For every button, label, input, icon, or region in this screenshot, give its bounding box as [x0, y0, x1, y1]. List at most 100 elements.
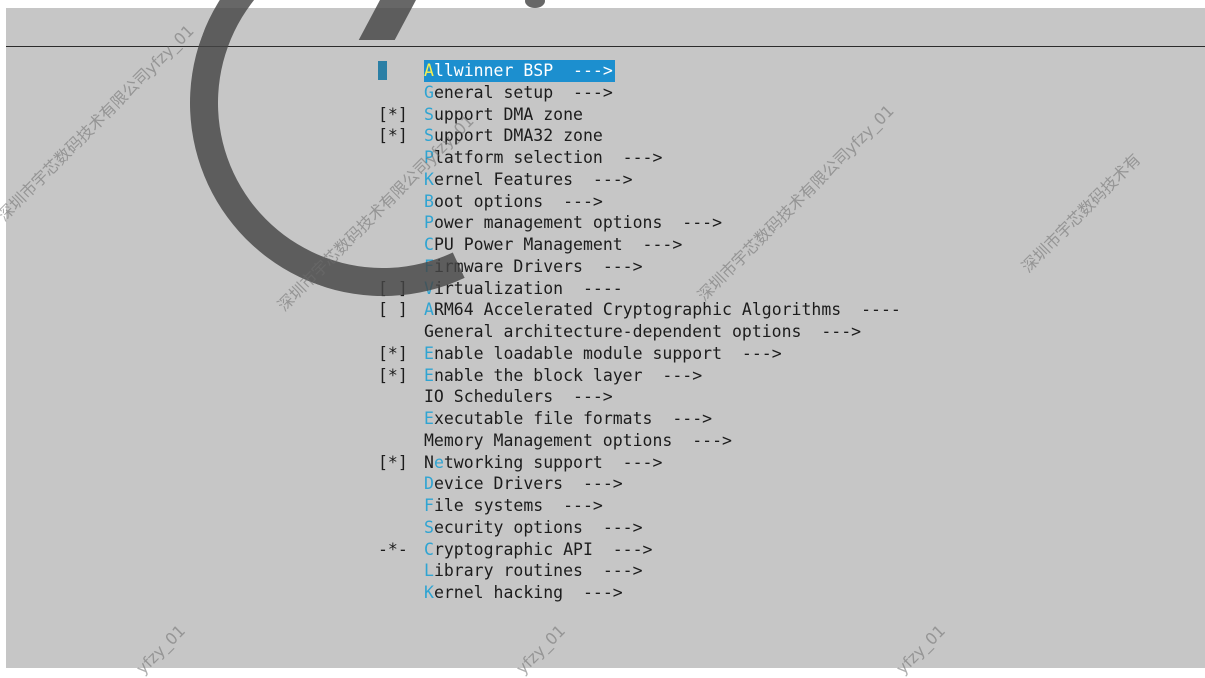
menu-item[interactable]: Device Drivers ---> — [378, 473, 901, 495]
menu-item-rest: tworking support ---> — [443, 452, 663, 472]
menu-item[interactable]: IO Schedulers ---> — [378, 386, 901, 408]
cursor-block — [378, 61, 387, 80]
menu-item-hotkey: K — [424, 169, 434, 189]
menu-item-rest: RM64 Accelerated Cryptographic Algorithm… — [433, 300, 901, 320]
menu-item-hotkey: F — [424, 256, 434, 276]
menu-item-hotkey: A — [424, 300, 434, 320]
menu-item-label: Executable file formats ---> — [424, 408, 712, 430]
menu-item-marker: [ ] — [378, 278, 408, 298]
menu-item[interactable]: Firmware Drivers ---> — [378, 256, 901, 278]
menu-item-rest: latform selection ---> — [433, 148, 663, 167]
menu-item[interactable]: Kernel hacking ---> — [378, 582, 901, 604]
menu-item-rest: irmware Drivers ---> — [433, 256, 643, 276]
menu-item[interactable]: Power management options ---> — [378, 212, 901, 234]
menu-item-hotkey: S — [424, 517, 434, 537]
menu-item-label: Kernel hacking ---> — [424, 582, 623, 604]
menu-item[interactable]: Boot options ---> — [378, 191, 901, 213]
menu-item[interactable]: [ ] ARM64 Accelerated Cryptographic Algor… — [378, 299, 901, 321]
menu-item[interactable]: [*] Enable loadable module support ---> — [378, 343, 901, 365]
menu-item-hotkey: C — [424, 539, 434, 559]
menu-item[interactable]: General setup ---> — [378, 82, 901, 104]
menu-item-rest: nable loadable module support ---> — [433, 343, 782, 363]
menu-item-label: ARM64 Accelerated Cryptographic Algorith… — [424, 299, 901, 321]
menu-item-marker: [*] — [378, 126, 408, 146]
kernel-config-menu: Allwinner BSP ---> General setup ---> [*] S… — [378, 60, 901, 604]
menu-item-hotkey: E — [424, 409, 434, 428]
menu-item-label: Enable loadable module support ---> — [424, 343, 782, 365]
menu-item-hotkey: G — [424, 82, 434, 102]
menu-item[interactable]: Security options ---> — [378, 517, 901, 539]
menu-item-label: Allwinner BSP ---> — [424, 60, 615, 82]
menu-item-label: Power management options ---> — [424, 212, 722, 234]
menu-item-label: Platform selection ---> — [424, 147, 662, 169]
menu-item[interactable]: [*] Enable the block layer ---> — [378, 365, 901, 387]
menu-item-label: Enable the block layer ---> — [424, 365, 702, 387]
menu-item-rest: ryptographic API ---> — [433, 539, 653, 559]
menu-item[interactable]: Executable file formats ---> — [378, 408, 901, 430]
menu-item-rest: evice Drivers ---> — [433, 474, 623, 494]
menu-item-label: Support DMA zone — [424, 104, 583, 126]
menu-item-prefix: N — [424, 452, 434, 472]
menu-item-rest: eneral setup ---> — [433, 82, 613, 102]
menu-item[interactable]: Allwinner BSP ---> — [378, 60, 901, 82]
menu-item-rest: upport DMA zone — [433, 104, 583, 124]
menu-item[interactable]: [ ] Virtualization ---- — [378, 278, 901, 300]
menu-item-label: Firmware Drivers ---> — [424, 256, 643, 278]
menu-item-rest: PU Power Management ---> — [433, 235, 683, 254]
menu-item-hotkey: e — [433, 452, 444, 472]
menu-item-rest: General architecture-dependent options -… — [424, 322, 862, 341]
menu-item-label: Support DMA32 zone — [424, 125, 603, 147]
menu-item[interactable]: Platform selection ---> — [378, 147, 901, 169]
menu-item[interactable]: Library routines ---> — [378, 560, 901, 582]
menu-item-label: Kernel Features ---> — [424, 169, 633, 191]
menu-item-hotkey: D — [424, 474, 434, 494]
menu-item[interactable]: [*] Support DMA32 zone — [378, 125, 901, 147]
menu-item-hotkey: A — [424, 61, 434, 80]
menu-item-hotkey: S — [424, 126, 434, 146]
menu-item-rest: IO Schedulers ---> — [424, 387, 613, 407]
menu-item-marker: [*] — [378, 452, 408, 472]
menu-item-label: Virtualization ---- — [424, 278, 623, 300]
menu-item-label: Library routines ---> — [424, 560, 643, 582]
menu-item-rest: irtualization ---- — [433, 278, 623, 298]
title-separator — [6, 46, 1205, 47]
menu-item-rest: llwinner BSP ---> — [433, 61, 613, 80]
menu-item[interactable]: [*] Networking support ---> — [378, 452, 901, 474]
menu-item[interactable]: File systems ---> — [378, 495, 901, 517]
menu-item[interactable]: General architecture-dependent options -… — [378, 321, 901, 343]
menu-item-marker: [ ] — [378, 300, 408, 320]
menu-item-hotkey: E — [424, 343, 434, 363]
menu-item-rest: upport DMA32 zone — [433, 126, 603, 146]
menu-item-rest: ernel hacking ---> — [433, 583, 623, 602]
menu-item-label: Boot options ---> — [424, 191, 603, 213]
menu-item[interactable]: Kernel Features ---> — [378, 169, 901, 191]
menu-item-rest: ibrary routines ---> — [433, 561, 643, 581]
menu-item-rest: oot options ---> — [433, 191, 603, 211]
menu-item-label: General setup ---> — [424, 82, 613, 104]
menu-item-label: IO Schedulers ---> — [424, 386, 613, 408]
watermark-logo-dot — [525, 0, 545, 8]
menu-item-label: Security options ---> — [424, 517, 643, 539]
menu-item[interactable]: Memory Management options ---> — [378, 430, 901, 452]
menu-item-rest: ile systems ---> — [433, 496, 603, 515]
menu-item-marker: -*- — [378, 539, 408, 559]
menu-item-label: CPU Power Management ---> — [424, 234, 682, 256]
menu-item-rest: ower management options ---> — [433, 213, 723, 233]
menu-item[interactable]: -*- Cryptographic API ---> — [378, 539, 901, 561]
menu-item-rest: xecutable file formats ---> — [433, 409, 713, 428]
menu-item-marker: [*] — [378, 104, 408, 124]
menu-item-hotkey: B — [424, 191, 434, 211]
menu-item-hotkey: V — [424, 278, 434, 298]
menu-item-hotkey: P — [424, 213, 434, 233]
menu-item-marker: [*] — [378, 343, 408, 363]
menu-item-label: Cryptographic API ---> — [424, 539, 652, 561]
menu-item-rest: nable the block layer ---> — [433, 365, 703, 385]
menu-item-label: Networking support ---> — [424, 452, 662, 474]
menu-item[interactable]: CPU Power Management ---> — [378, 234, 901, 256]
menu-item-marker: [*] — [378, 365, 408, 385]
menu-item-rest: ecurity options ---> — [433, 517, 643, 537]
menu-item-label: File systems ---> — [424, 495, 603, 517]
menu-item[interactable]: [*] Support DMA zone — [378, 104, 901, 126]
menu-item-hotkey: C — [424, 235, 434, 254]
menu-item-hotkey: L — [424, 561, 434, 581]
